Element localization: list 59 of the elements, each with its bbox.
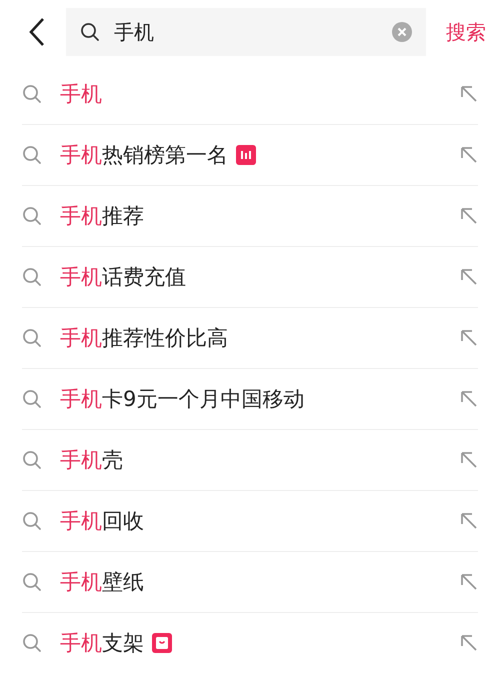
fill-in-button[interactable] — [460, 634, 478, 652]
chart-icon — [236, 145, 256, 165]
arrow-up-left-icon — [460, 268, 478, 286]
bag-icon — [152, 633, 172, 653]
fill-in-button[interactable] — [460, 146, 478, 164]
suggestion-text: 手机支架 — [60, 630, 144, 657]
search-icon — [22, 633, 42, 653]
clear-icon — [392, 22, 412, 42]
suggestion-text: 手机卡9元一个月中国移动 — [60, 386, 304, 413]
arrow-up-left-icon — [460, 390, 478, 408]
search-icon — [22, 145, 42, 165]
suggestion-row[interactable]: 手机推荐 — [22, 185, 478, 246]
arrow-up-left-icon — [460, 573, 478, 591]
fill-in-button[interactable] — [460, 329, 478, 347]
fill-in-button[interactable] — [460, 268, 478, 286]
suggestion-text: 手机 — [60, 81, 102, 108]
arrow-up-left-icon — [460, 451, 478, 469]
suggestion-text: 手机推荐性价比高 — [60, 325, 228, 352]
suggestion-row[interactable]: 手机壳 — [22, 429, 478, 490]
suggestion-row[interactable]: 手机热销榜第一名 — [22, 124, 478, 185]
suggestion-text: 手机壳 — [60, 447, 123, 474]
search-icon — [22, 328, 42, 348]
suggestion-row[interactable]: 手机支架 — [22, 612, 478, 673]
back-icon — [28, 17, 46, 47]
arrow-up-left-icon — [460, 329, 478, 347]
search-field[interactable]: 手机 — [112, 19, 380, 45]
fill-in-button[interactable] — [460, 85, 478, 103]
search-icon — [80, 22, 100, 42]
suggestion-row[interactable]: 手机推荐性价比高 — [22, 307, 478, 368]
search-icon — [22, 450, 42, 470]
arrow-up-left-icon — [460, 512, 478, 530]
suggestion-text: 手机推荐 — [60, 203, 144, 230]
fill-in-button[interactable] — [460, 573, 478, 591]
search-icon — [22, 511, 42, 531]
search-icon — [22, 267, 42, 287]
suggestion-text: 手机回收 — [60, 508, 144, 535]
clear-button[interactable] — [392, 22, 412, 42]
fill-in-button[interactable] — [460, 390, 478, 408]
suggestion-text: 手机热销榜第一名 — [60, 142, 228, 169]
search-icon — [22, 84, 42, 104]
suggestion-text: 手机话费充值 — [60, 264, 186, 291]
arrow-up-left-icon — [460, 207, 478, 225]
suggestion-text: 手机壁纸 — [60, 569, 144, 596]
arrow-up-left-icon — [460, 146, 478, 164]
arrow-up-left-icon — [460, 85, 478, 103]
search-icon — [22, 206, 42, 226]
search-icon — [22, 389, 42, 409]
fill-in-button[interactable] — [460, 512, 478, 530]
suggestion-row[interactable]: 手机卡9元一个月中国移动 — [22, 368, 478, 429]
search-icon — [22, 572, 42, 592]
suggestion-row[interactable]: 手机 — [22, 64, 478, 124]
suggestion-row[interactable]: 手机话费充值 — [22, 246, 478, 307]
search-button[interactable]: 搜索 — [440, 18, 486, 46]
fill-in-button[interactable] — [460, 207, 478, 225]
search-bar[interactable]: 手机 — [66, 8, 426, 56]
suggestion-row[interactable]: 手机壁纸 — [22, 551, 478, 612]
suggestion-row[interactable]: 手机回收 — [22, 490, 478, 551]
arrow-up-left-icon — [460, 634, 478, 652]
fill-in-button[interactable] — [460, 451, 478, 469]
